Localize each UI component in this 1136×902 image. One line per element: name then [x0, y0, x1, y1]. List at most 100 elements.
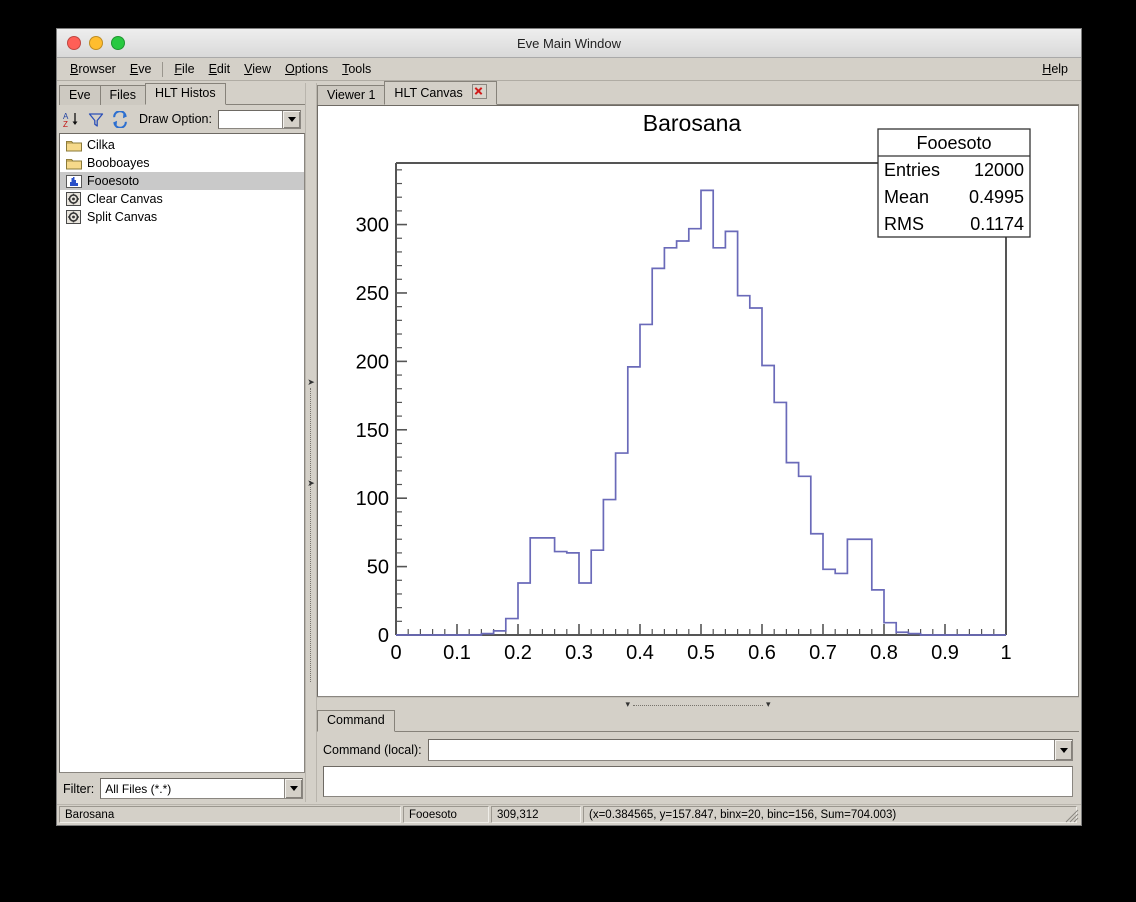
histogram-tree[interactable]: Cilka Booboayes — [59, 133, 305, 773]
menu-help[interactable]: Help — [1035, 60, 1075, 78]
menu-help-rest: elp — [1051, 62, 1068, 76]
status-cell-info: (x=0.384565, y=157.847, binx=20, binc=15… — [583, 806, 1077, 823]
svg-text:RMS: RMS — [884, 214, 924, 234]
svg-text:50: 50 — [367, 557, 389, 579]
svg-text:0.5: 0.5 — [687, 642, 715, 664]
draw-option-combo[interactable] — [218, 110, 301, 129]
zoom-button[interactable] — [111, 36, 125, 50]
menu-file[interactable]: File — [167, 60, 201, 78]
tab-viewer-1-label: Viewer 1 — [327, 88, 375, 102]
resize-grip[interactable] — [1065, 809, 1079, 823]
canvas-panel: Viewer 1 HLT Canvas Barosana050100150200… — [317, 83, 1079, 802]
filter-label: Filter: — [63, 782, 94, 796]
command-tabstrip: Command — [317, 711, 1079, 732]
sort-az-icon[interactable]: A Z — [63, 110, 81, 129]
tab-files-label: Files — [110, 88, 136, 102]
menu-browser[interactable]: Browser — [63, 60, 123, 78]
splitter-dots — [633, 705, 763, 707]
svg-text:0.3: 0.3 — [565, 642, 593, 664]
tree-item-cilka[interactable]: Cilka — [60, 136, 304, 154]
funnel-icon[interactable] — [87, 110, 105, 129]
svg-text:Fooesoto: Fooesoto — [916, 133, 991, 153]
browser-panel: Eve Files HLT Histos A Z — [59, 83, 305, 802]
draw-option-value — [219, 111, 282, 128]
close-button[interactable] — [67, 36, 81, 50]
svg-text:250: 250 — [356, 283, 389, 305]
tree-item-label: Cilka — [87, 138, 115, 152]
chart-title: Barosana — [643, 110, 742, 136]
tab-viewer-1[interactable]: Viewer 1 — [317, 85, 385, 105]
horizontal-splitter[interactable]: ▾ ▾ — [317, 697, 1079, 711]
menu-divider — [162, 62, 163, 77]
tab-command-label: Command — [327, 713, 385, 727]
folder-icon — [66, 156, 82, 171]
menu-view[interactable]: View — [237, 60, 278, 78]
window-titlebar: Eve Main Window — [57, 29, 1081, 58]
gear-icon — [66, 210, 82, 225]
menu-edit-rest: dit — [217, 62, 230, 76]
command-input-value[interactable] — [429, 740, 1054, 760]
browser-toolbar: A Z — [59, 105, 305, 133]
menubar: Browser Eve File Edit View Options Tools… — [57, 58, 1081, 81]
tab-eve-label: Eve — [69, 88, 91, 102]
stats-box: FooesotoEntries12000Mean0.4995RMS0.1174 — [878, 129, 1030, 237]
command-input-row: Command (local): — [317, 732, 1079, 766]
menu-file-rest: ile — [182, 62, 195, 76]
svg-text:200: 200 — [356, 351, 389, 373]
svg-text:0.7: 0.7 — [809, 642, 837, 664]
tree-item-booboayes[interactable]: Booboayes — [60, 154, 304, 172]
application-window: Eve Main Window Browser Eve File Edit Vi… — [56, 28, 1082, 826]
menu-browser-rest: rowser — [78, 62, 116, 76]
command-input-label: Command (local): — [323, 743, 422, 757]
refresh-icon[interactable] — [111, 110, 129, 129]
tree-item-label: Split Canvas — [87, 210, 157, 224]
tree-item-clear-canvas[interactable]: Clear Canvas — [60, 190, 304, 208]
tab-hlt-histos[interactable]: HLT Histos — [145, 83, 226, 105]
vertical-splitter[interactable]: ➤ ➤ — [305, 83, 317, 802]
chevron-down-icon[interactable] — [282, 111, 300, 128]
svg-text:100: 100 — [356, 488, 389, 510]
tab-hlt-histos-label: HLT Histos — [155, 86, 216, 100]
svg-text:0.6: 0.6 — [748, 642, 776, 664]
tree-item-fooesoto[interactable]: Fooesoto — [60, 172, 304, 190]
histogram-chart: Barosana05010015020025030000.10.20.30.40… — [318, 106, 1079, 694]
chevron-down-icon[interactable] — [1054, 740, 1072, 760]
chevron-down-icon[interactable] — [284, 779, 302, 798]
svg-text:0.1174: 0.1174 — [970, 214, 1024, 234]
menu-edit[interactable]: Edit — [202, 60, 238, 78]
tab-eve[interactable]: Eve — [59, 85, 101, 105]
tab-hlt-canvas-label: HLT Canvas — [394, 86, 462, 100]
draw-option-label: Draw Option: — [139, 112, 212, 126]
statusbar: Barosana Fooesoto 309,312 (x=0.384565, y… — [57, 804, 1081, 825]
tab-hlt-canvas[interactable]: HLT Canvas — [384, 81, 497, 105]
browser-tabstrip: Eve Files HLT Histos — [59, 83, 305, 105]
command-output-area — [323, 766, 1073, 797]
tab-files[interactable]: Files — [100, 85, 146, 105]
menu-tools[interactable]: Tools — [335, 60, 378, 78]
svg-text:12000: 12000 — [974, 160, 1024, 180]
menu-options[interactable]: Options — [278, 60, 335, 78]
filter-combo[interactable]: All Files (*.*) — [100, 778, 303, 799]
svg-text:0: 0 — [390, 642, 401, 664]
command-input-combo[interactable] — [428, 739, 1073, 761]
menu-options-rest: ptions — [295, 62, 328, 76]
menu-tools-rest: ools — [348, 62, 371, 76]
tab-command[interactable]: Command — [317, 710, 395, 732]
root-canvas[interactable]: Barosana05010015020025030000.10.20.30.40… — [317, 105, 1079, 697]
status-cell-coords: 309,312 — [491, 806, 581, 823]
window-title: Eve Main Window — [57, 36, 1081, 51]
status-cell-title: Barosana — [59, 806, 401, 823]
tree-item-split-canvas[interactable]: Split Canvas — [60, 208, 304, 226]
folder-icon — [66, 138, 82, 153]
close-tab-icon[interactable] — [472, 84, 487, 99]
screen: Eve Main Window Browser Eve File Edit Vi… — [0, 0, 1136, 902]
svg-text:0.8: 0.8 — [870, 642, 898, 664]
menu-view-rest: iew — [252, 62, 271, 76]
minimize-button[interactable] — [89, 36, 103, 50]
x-axis: 00.10.20.30.40.50.60.70.80.91 — [390, 624, 1011, 664]
histogram-series — [396, 190, 1006, 635]
menu-eve[interactable]: Eve — [123, 60, 159, 78]
splitter-dots — [310, 388, 312, 682]
svg-text:Entries: Entries — [884, 160, 940, 180]
filter-value: All Files (*.*) — [101, 779, 284, 798]
